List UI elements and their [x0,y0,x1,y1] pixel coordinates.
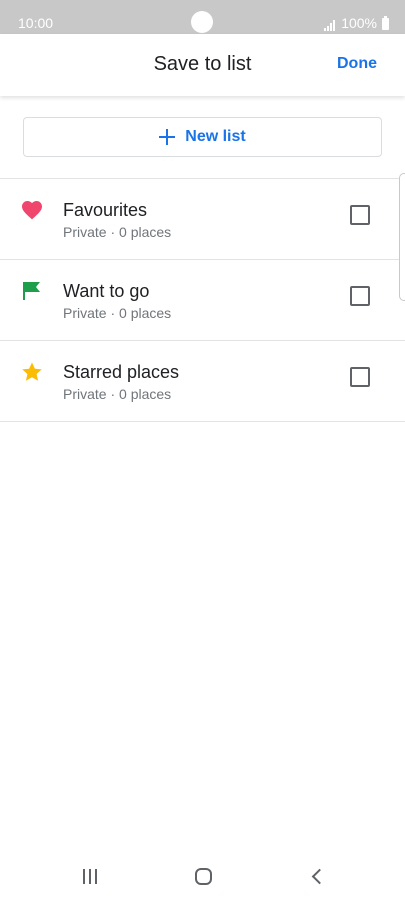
battery-icon [382,16,389,30]
list-item-favourites[interactable]: Favourites Private · 0 places [0,178,405,259]
status-time: 10:00 [18,15,54,31]
home-icon[interactable] [183,862,223,890]
list-item-title: Want to go [63,281,150,301]
screen: 10:00 100% Save to list Done New list Fa… [0,0,405,902]
favourites-checkbox[interactable] [350,205,370,225]
list-item-subtitle: Private · 0 places [63,224,172,240]
divider [0,421,405,422]
plus-icon [159,129,176,145]
battery-percentage: 100% [341,15,377,31]
done-button[interactable]: Done [337,55,377,73]
recents-icon[interactable] [70,862,110,890]
app-bar: Save to list Done [0,34,405,96]
camera-cutout [191,11,213,33]
edge-panel-handle[interactable] [399,173,405,301]
back-icon[interactable] [297,862,337,890]
list-item-title: Favourites [63,200,148,220]
status-indicators: 100% [324,15,389,31]
list-item-starred-places[interactable]: Starred places Private · 0 places [0,340,405,421]
heart-icon [22,201,42,220]
star-icon [22,362,42,381]
list-item-subtitle: Private · 0 places [63,386,172,402]
want-to-go-checkbox[interactable] [350,286,370,306]
starred-places-checkbox[interactable] [350,367,370,387]
navigation-bar [0,850,405,902]
list-item-want-to-go[interactable]: Want to go Private · 0 places [0,259,405,340]
new-list-label: New list [185,128,246,145]
list-item-title: Starred places [63,362,180,382]
signal-icon [324,20,336,31]
flag-icon [23,282,40,300]
new-list-button[interactable]: New list [23,117,382,157]
list-item-subtitle: Private · 0 places [63,305,172,321]
status-bar: 10:00 100% [0,0,405,34]
